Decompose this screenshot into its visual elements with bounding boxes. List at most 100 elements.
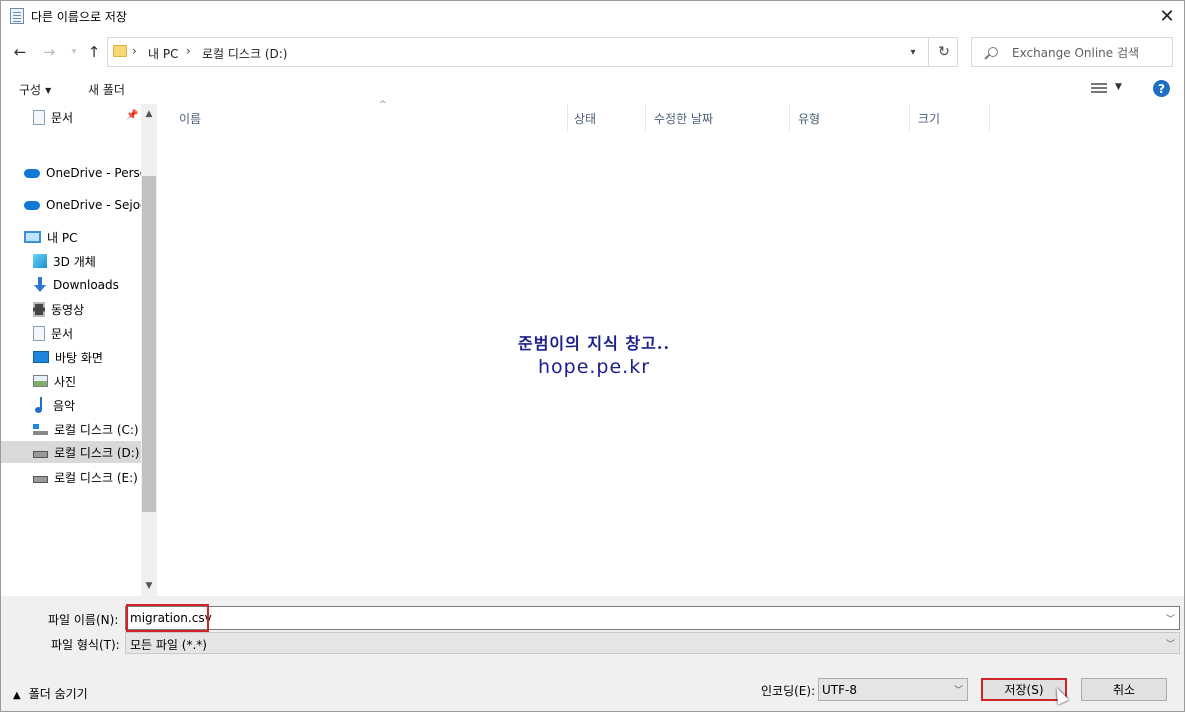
filename-input[interactable]	[130, 610, 1030, 626]
organize-menu[interactable]: 구성 ▼	[19, 81, 51, 98]
scrollbar-thumb[interactable]	[142, 176, 156, 512]
music-icon	[33, 397, 47, 413]
address-bar[interactable]: › 내 PC › 로컬 디스크 (D:) ▾ ↻	[107, 37, 958, 67]
file-list[interactable]: 이름 ^ 상태 수정한 날짜 유형 크기 준범이의 지식 창고.. hope.pe…	[157, 100, 1184, 596]
encoding-label: 인코딩(E):	[761, 684, 816, 698]
chevron-down-icon: ▾	[910, 46, 916, 58]
help-icon[interactable]: ?	[1153, 80, 1170, 97]
watermark-title: 준범이의 지식 창고..	[517, 334, 671, 353]
chevron-down-icon: ▾	[71, 47, 77, 57]
sidebar-item-label: Downloads	[53, 278, 119, 292]
scroll-up-icon[interactable]: ▲	[141, 106, 157, 122]
column-header-type[interactable]: 유형	[790, 104, 910, 131]
desktop-icon	[33, 351, 49, 363]
arrow-up-icon: ↑	[87, 43, 101, 61]
sidebar-item-label: 사진	[54, 374, 77, 389]
videos-icon	[33, 301, 45, 317]
arrow-right-icon: →	[42, 43, 56, 61]
sidebar-item-label: 로컬 디스크 (E:)	[54, 470, 138, 485]
encoding-value: UTF-8	[822, 683, 857, 697]
drive-icon	[33, 475, 48, 483]
sidebar-item-label: 내 PC	[47, 230, 78, 245]
chevron-down-icon: ﹀	[953, 686, 963, 696]
close-button[interactable]: ✕	[1150, 1, 1184, 31]
onedrive-icon	[24, 168, 40, 178]
view-dropdown-icon[interactable]: ▼	[1115, 82, 1122, 92]
window-title: 다른 이름으로 저장	[31, 10, 127, 24]
search-box[interactable]	[971, 37, 1173, 67]
breadcrumb-drive-d[interactable]: 로컬 디스크 (D:)	[202, 45, 287, 62]
chevron-down-icon: ﹀	[1165, 640, 1175, 650]
column-label: 이름	[179, 112, 202, 126]
up-button[interactable]: ↑	[83, 41, 105, 63]
pin-icon[interactable]: 📌	[126, 110, 138, 121]
sidebar-item-label: 3D 개체	[53, 254, 96, 269]
hide-folders-button[interactable]: ▲ 폴더 숨기기	[13, 685, 88, 702]
organize-label: 구성	[19, 83, 42, 97]
cancel-button[interactable]: 취소	[1081, 678, 1167, 701]
filename-field[interactable]: ﹀	[125, 604, 1180, 632]
chevron-right-icon: ›	[132, 44, 137, 58]
encoding-select[interactable]: UTF-8 ﹀	[818, 678, 968, 701]
new-folder-button[interactable]: 새 폴더	[88, 81, 125, 98]
sidebar-item-pictures[interactable]: 사진	[33, 370, 157, 392]
sidebar-item-my-pc[interactable]: 내 PC	[24, 226, 157, 248]
sidebar-item-downloads[interactable]: Downloads	[33, 274, 157, 296]
filetype-value: 모든 파일 (*.*)	[130, 638, 207, 652]
sidebar-item-onedrive-personal[interactable]: OneDrive - Personal	[24, 162, 157, 184]
filename-label: 파일 이름(N):	[48, 613, 119, 627]
sidebar-item-music[interactable]: 음악	[33, 394, 157, 416]
sidebar-item-videos[interactable]: 동영상	[33, 298, 157, 320]
save-button[interactable]: 저장(S)	[981, 678, 1067, 701]
breadcrumb-my-pc[interactable]: 내 PC	[148, 45, 178, 62]
divider	[928, 38, 929, 66]
title-bar: 다른 이름으로 저장 ✕	[1, 1, 1184, 31]
sidebar-item-label: 문서	[51, 110, 74, 125]
notepad-icon	[10, 8, 24, 24]
column-header-size[interactable]: 크기	[910, 104, 990, 131]
drive-icon	[33, 450, 48, 458]
save-as-dialog: 다른 이름으로 저장 ✕ ← → ▾ ↑ › 내 PC › 로컬 디스크 (D:…	[0, 0, 1185, 712]
column-header-date-modified[interactable]: 수정한 날짜	[646, 104, 790, 131]
column-header-status[interactable]: 상태	[566, 104, 646, 131]
sidebar-scrollbar[interactable]: ▲ ▼	[141, 104, 157, 596]
arrow-left-icon: ←	[13, 43, 27, 61]
sidebar-item-desktop[interactable]: 바탕 화면	[33, 346, 157, 368]
sidebar-item-documents[interactable]: 문서	[33, 322, 157, 344]
refresh-icon: ↻	[938, 44, 950, 60]
caret-down-icon: ▼	[45, 86, 52, 95]
sidebar-item-drive-c[interactable]: 로컬 디스크 (C:)	[33, 418, 157, 440]
sidebar-item-label: 동영상	[51, 302, 85, 317]
column-header-name[interactable]: 이름 ^	[171, 100, 568, 131]
view-options-icon[interactable]	[1091, 83, 1107, 94]
sidebar-item-drive-d[interactable]: 로컬 디스크 (D:)	[1, 441, 141, 463]
scroll-down-icon[interactable]: ▼	[141, 578, 157, 594]
onedrive-icon	[24, 200, 40, 210]
system-drive-icon	[33, 423, 48, 435]
sidebar-item-label: 바탕 화면	[55, 350, 103, 365]
address-dropdown[interactable]: ▾	[903, 42, 923, 62]
search-icon	[988, 47, 998, 57]
sidebar-item-3d-objects[interactable]: 3D 개체	[33, 250, 157, 272]
navigation-pane: 문서 📌 OneDrive - Personal OneDrive - Sejo…	[1, 104, 157, 596]
sidebar-item-onedrive-sejoon[interactable]: OneDrive - Sejoon	[24, 194, 157, 216]
sort-ascending-icon: ^	[379, 100, 387, 110]
pictures-icon	[33, 375, 48, 387]
sidebar-item-label: 로컬 디스크 (D:)	[54, 445, 140, 460]
document-icon	[33, 109, 45, 125]
back-button[interactable]: ←	[9, 41, 31, 63]
recent-locations-button[interactable]: ▾	[63, 41, 85, 63]
watermark-url: hope.pe.kr	[537, 356, 651, 378]
chevron-down-icon[interactable]: ﹀	[1166, 612, 1175, 625]
sidebar-item-label: OneDrive - Sejoon	[46, 198, 156, 212]
forward-button[interactable]: →	[38, 41, 60, 63]
close-icon: ✕	[1159, 5, 1175, 27]
chevron-up-icon: ▲	[13, 690, 21, 701]
sidebar-item-label: 음악	[53, 398, 76, 413]
refresh-button[interactable]: ↻	[934, 42, 954, 62]
filetype-label: 파일 형식(T):	[51, 638, 120, 652]
filetype-select[interactable]: 모든 파일 (*.*) ﹀	[125, 632, 1180, 654]
sidebar-item-drive-e[interactable]: 로컬 디스크 (E:)	[33, 466, 157, 488]
search-input[interactable]	[1012, 44, 1167, 62]
sidebar-item-label: 로컬 디스크 (C:)	[54, 422, 139, 437]
